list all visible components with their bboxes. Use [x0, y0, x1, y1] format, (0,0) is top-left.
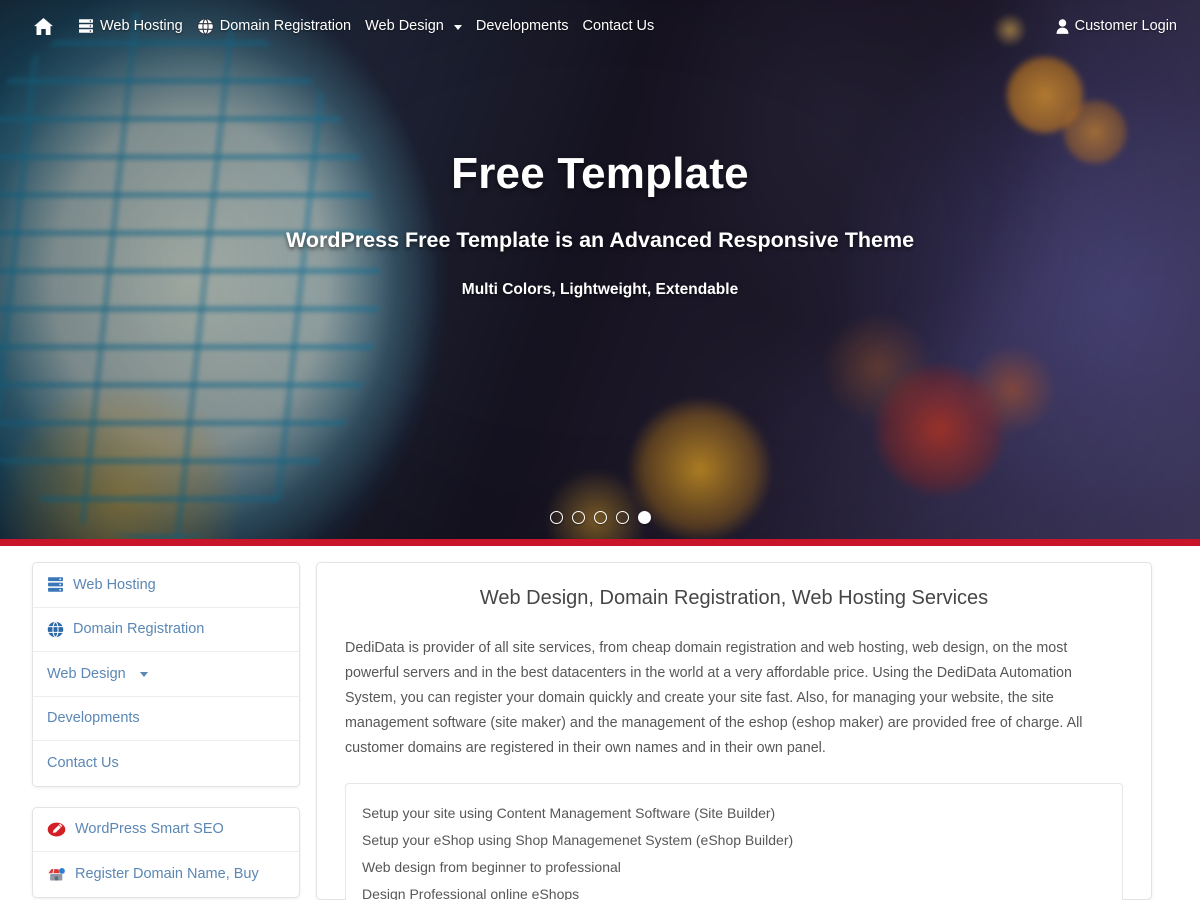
chevron-down-icon [453, 24, 462, 30]
customer-login-label: Customer Login [1074, 18, 1177, 34]
hero-title: Free Template [451, 149, 749, 198]
sidebar-item-developments[interactable]: Developments [33, 696, 299, 741]
nav-item-contact-us[interactable]: Contact Us [576, 18, 662, 34]
nav-item-web-design[interactable]: Web Design [358, 18, 469, 34]
feature-list-box: Setup your site using Content Management… [345, 783, 1123, 900]
main-content-card: Web Design, Domain Registration, Web Hos… [316, 562, 1152, 900]
sidebar: Web Hosting Domain Registration Web Desi… [32, 562, 300, 900]
list-item: Design Professional online eShops [362, 886, 580, 900]
intro-paragraph: DediData is provider of all site service… [345, 640, 1083, 756]
carousel-dot-4[interactable] [615, 511, 629, 524]
seo-pencil-icon [47, 822, 66, 837]
hero-accent-bar [0, 539, 1200, 546]
carousel-dot-5[interactable] [637, 511, 651, 524]
chevron-down-icon [139, 672, 148, 678]
page-body: Web Hosting Domain Registration Web Desi… [0, 546, 1200, 900]
carousel-indicators [0, 511, 1200, 524]
sidebar-item-domain-registration[interactable]: Domain Registration [33, 607, 299, 652]
nav-item-domain-registration[interactable]: Domain Registration [190, 17, 358, 35]
sidebar-link-register-domain-name[interactable]: Register Domain Name, Buy [33, 852, 299, 897]
carousel-dot-2[interactable] [571, 511, 585, 524]
nav-item-home[interactable] [34, 17, 71, 35]
sidebar-item-label: Web Hosting [73, 576, 156, 593]
nav-links-group: Web Hosting Domain Registration Web Desi… [34, 17, 662, 35]
list-item: Setup your site using Content Management… [362, 805, 776, 821]
nav-item-label: Domain Registration [219, 18, 352, 34]
page-title: Web Design, Domain Registration, Web Hos… [479, 587, 989, 609]
list-item: Web design from beginner to professional [362, 859, 621, 875]
list-item: Setup your eShop using Shop Managemenet … [362, 832, 794, 848]
sidebar-item-label: Web Design [47, 665, 126, 682]
hero-subtitle: WordPress Free Template is an Advanced R… [285, 228, 915, 253]
sidebar-links-widget: WordPress Smart SEO Register Domain Name… [32, 806, 300, 898]
hero-tagline: Multi Colors, Lightweight, Extendable [461, 281, 739, 299]
hero-carousel: Web Hosting Domain Registration Web Desi… [0, 0, 1200, 546]
sidebar-menu-widget: Web Hosting Domain Registration Web Desi… [32, 562, 300, 787]
nav-item-label: Developments [475, 18, 569, 34]
globe-icon [197, 17, 214, 35]
sidebar-link-label: Register Domain Name, Buy [75, 866, 259, 883]
nav-item-web-hosting[interactable]: Web Hosting [71, 18, 190, 34]
customer-login-link[interactable]: Customer Login [1049, 18, 1184, 34]
sidebar-item-label: Domain Registration [73, 621, 205, 638]
server-icon [47, 576, 64, 593]
carousel-dot-1[interactable] [549, 511, 563, 524]
nav-item-label: Web Hosting [100, 18, 183, 34]
main-navigation: Web Hosting Domain Registration Web Desi… [0, 0, 1200, 52]
hero-text-block: Free Template WordPress Free Template is… [0, 149, 1200, 299]
sidebar-link-wordpress-smart-seo[interactable]: WordPress Smart SEO [33, 808, 299, 852]
home-icon [34, 17, 53, 35]
user-icon [1056, 18, 1069, 34]
globe-icon [47, 621, 64, 638]
domain-cart-icon [47, 867, 66, 882]
sidebar-item-contact-us[interactable]: Contact Us [33, 741, 299, 786]
nav-item-label: Contact Us [582, 18, 655, 34]
nav-item-developments[interactable]: Developments [469, 18, 576, 34]
carousel-dot-3[interactable] [593, 511, 607, 524]
sidebar-link-label: WordPress Smart SEO [75, 821, 224, 838]
sidebar-item-label: Contact Us [47, 755, 119, 772]
server-icon [78, 18, 94, 34]
sidebar-item-label: Developments [47, 710, 140, 727]
sidebar-item-web-design[interactable]: Web Design [33, 652, 299, 697]
nav-item-label: Web Design [365, 18, 444, 34]
sidebar-item-web-hosting[interactable]: Web Hosting [33, 563, 299, 608]
